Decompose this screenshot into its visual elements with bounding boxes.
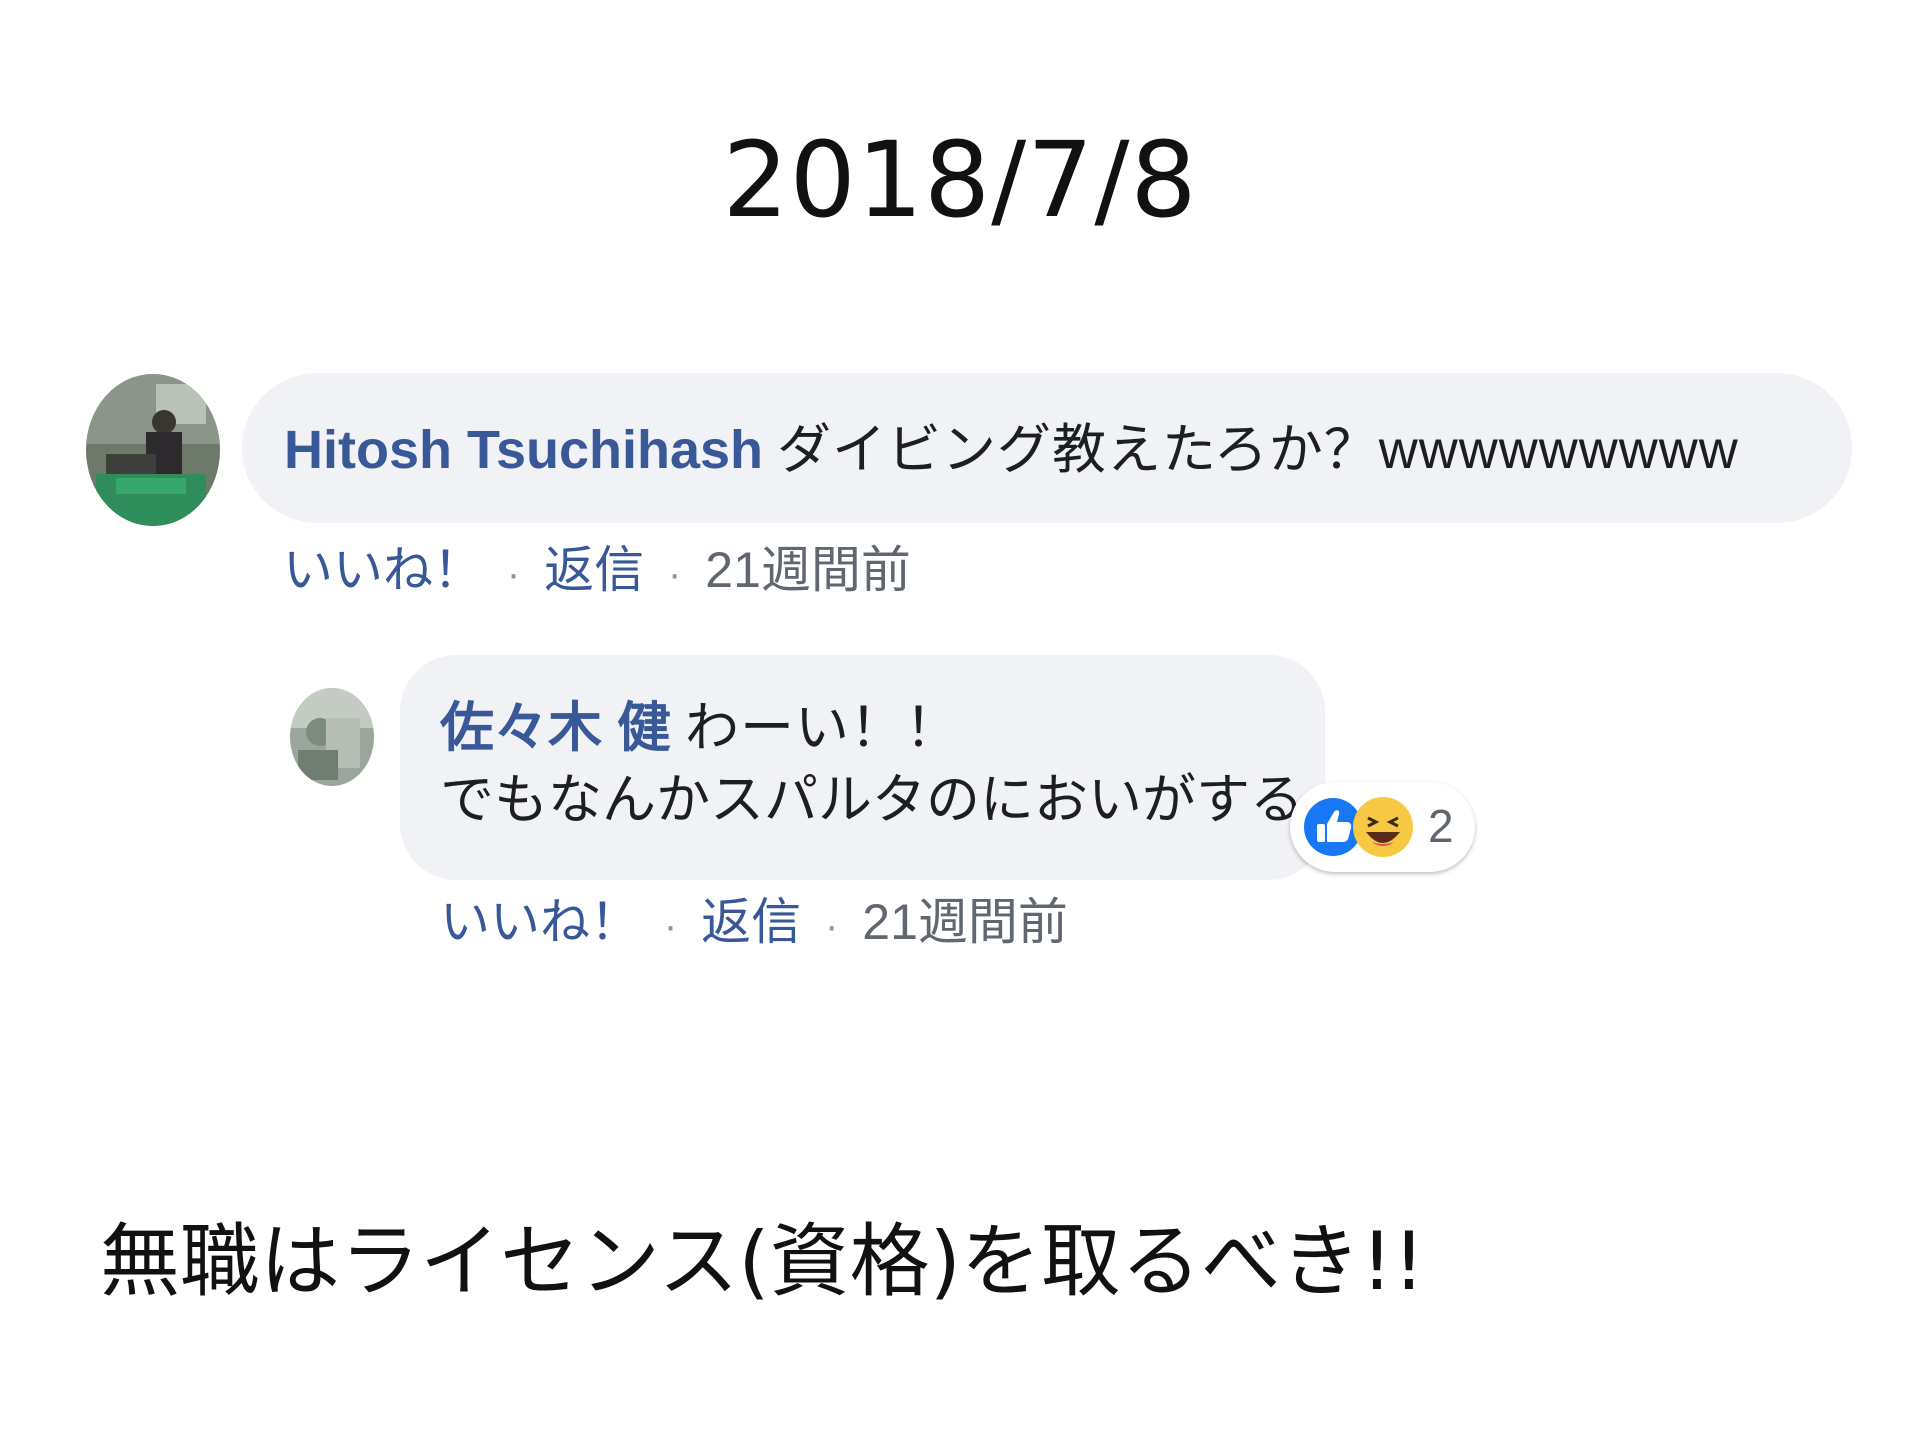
reply-link[interactable]: 返信 bbox=[701, 894, 801, 950]
separator: · bbox=[825, 904, 839, 948]
timestamp[interactable]: 21週間前 bbox=[705, 542, 911, 598]
reply-link[interactable]: 返信 bbox=[544, 542, 644, 598]
comment-text: ダイビング教えたろか？wwwwwwwww bbox=[777, 420, 1739, 480]
reply-actions: いいね！ · 返信 · 21週間前 bbox=[440, 892, 1068, 956]
like-link[interactable]: いいね！ bbox=[283, 542, 483, 598]
reply-text-line-1: わーい！！ bbox=[685, 698, 961, 758]
comment-line: Hitosh Tsuchihash ダイビング教えたろか？wwwwwwwww bbox=[284, 417, 1739, 483]
like-link[interactable]: いいね！ bbox=[440, 894, 640, 950]
comment-bubble: Hitosh Tsuchihash ダイビング教えたろか？wwwwwwwww bbox=[242, 373, 1852, 523]
haha-icon bbox=[1348, 792, 1418, 862]
avatar[interactable] bbox=[86, 374, 220, 526]
timestamp[interactable]: 21週間前 bbox=[862, 894, 1068, 950]
separator: · bbox=[506, 552, 521, 596]
reply-bubble: 佐々木 健わーい！！ でもなんかスパルタのにおいがする bbox=[400, 655, 1325, 880]
separator: · bbox=[668, 552, 682, 596]
slide-footer: 無職はライセンス(資格)を取るべき!! bbox=[100, 1215, 1425, 1308]
reply-avatar[interactable] bbox=[290, 688, 374, 786]
reaction-count: 2 bbox=[1428, 800, 1454, 852]
reply-line-1: 佐々木 健わーい！！ bbox=[440, 695, 960, 761]
separator: · bbox=[663, 904, 678, 948]
reply-text-line-2: でもなんかスパルタのにおいがする bbox=[440, 770, 1304, 830]
reaction-summary[interactable]: 2 bbox=[1290, 782, 1475, 872]
comment-actions: いいね！ · 返信 · 21週間前 bbox=[283, 540, 911, 604]
reply-author[interactable]: 佐々木 健 bbox=[440, 698, 671, 758]
comment-author[interactable]: Hitosh Tsuchihash bbox=[284, 420, 763, 480]
